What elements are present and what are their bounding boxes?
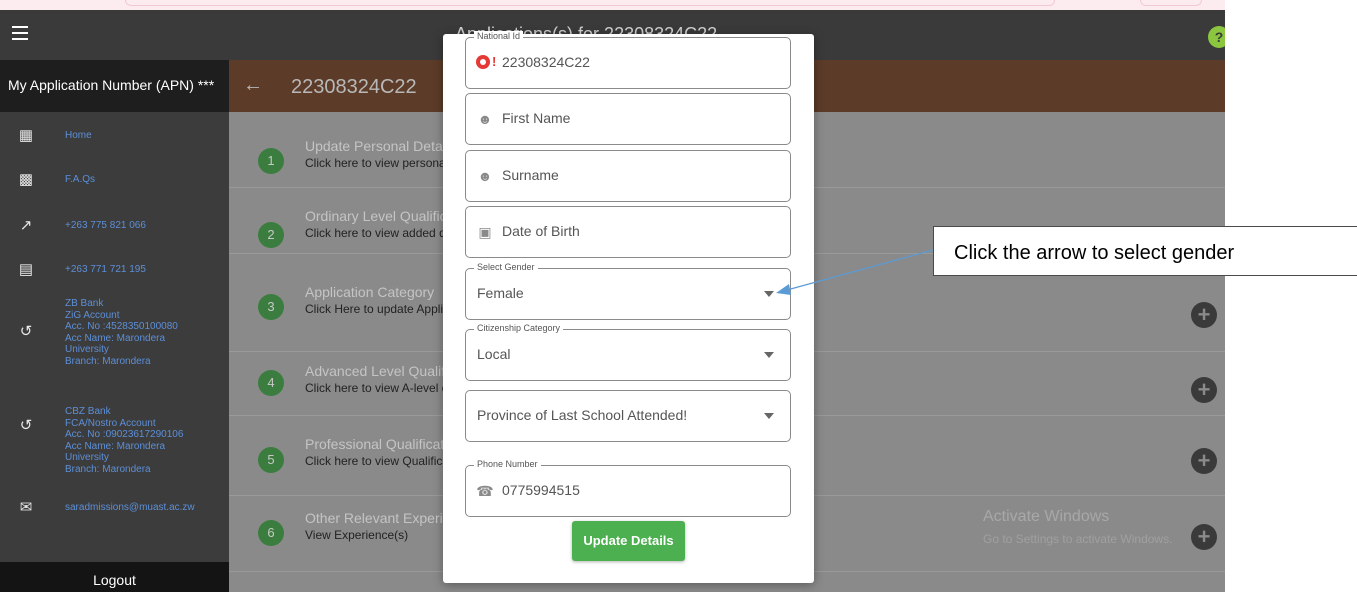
field-label: Citizenship Category [474,323,564,333]
message-icon: ▤ [18,261,34,278]
step-number: 6 [258,520,284,546]
sidebar-item-label: saradmissions@muast.ac.zw [65,502,195,513]
calendar-icon: ▣ [478,224,492,240]
sidebar: My Application Number (APN) *** ▦ Home ▩… [0,60,229,592]
error-icon [476,55,490,69]
phone-number-field[interactable]: Phone Number ☎ 0775994515 [465,459,791,517]
bank-icon: ↺ [19,323,33,340]
error-mark: ! [492,54,497,69]
first-name-field[interactable]: ☻ First Name [465,93,791,145]
person-icon: ☻ [477,111,493,127]
sidebar-item-faqs[interactable]: ▩ F.A.Qs [0,168,229,198]
annotation-callout: Click the arrow to select gender [933,226,1357,276]
bank-icon: ↺ [19,417,33,434]
add-circle-icon[interactable]: + [1191,524,1217,550]
step-number: 2 [258,222,284,248]
sidebar-item-cbz-bank[interactable]: ↺ CBZ Bank FCA/Nostro Account Acc. No :0… [0,404,229,504]
browser-toolbar-pill [1140,0,1202,6]
apn-number: 22308324C22 [291,76,417,98]
phone-number-value: 0775994515 [502,482,580,498]
add-circle-icon[interactable]: + [1191,302,1217,328]
field-label: National Id [474,31,524,41]
first-name-placeholder: First Name [502,110,571,126]
province-select[interactable]: Province of Last School Attended! [465,390,791,442]
dropdown-arrow-icon[interactable] [764,352,774,358]
right-margin [1225,0,1357,592]
gender-select[interactable]: Select Gender Female [465,262,791,320]
step-number: 5 [258,447,284,473]
dropdown-arrow-icon[interactable] [764,291,774,297]
sidebar-item-label: ZB Bank ZiG Account Acc. No :45283501000… [65,298,178,367]
step-number: 1 [258,148,284,174]
person-icon: ☻ [477,168,493,184]
add-circle-icon[interactable]: + [1191,377,1217,403]
sidebar-item-label: F.A.Qs [65,174,96,185]
national-id-value: 22308324C22 [502,54,590,70]
citizenship-value: Local [477,346,511,362]
dashboard-icon: ▦ [18,127,34,144]
update-details-modal: National Id ! 22308324C22 ☻ First Name ☻… [443,31,814,583]
annotation-text: Click the arrow to select gender [954,242,1235,264]
sidebar-item-label: +263 771 721 195 [65,264,146,275]
field-label: Phone Number [474,459,541,469]
call-made-icon: ↗ [19,217,33,234]
add-circle-icon[interactable]: + [1191,448,1217,474]
national-id-field[interactable]: National Id ! 22308324C22 [465,31,791,89]
sidebar-item-label: Home [65,130,92,141]
sidebar-item-email[interactable]: ✉ saradmissions@muast.ac.zw [0,496,229,526]
update-details-button[interactable]: Update Details [572,521,685,561]
date-of-birth-placeholder: Date of Birth [502,223,580,239]
step-title: Update Personal Details [305,138,456,154]
dropdown-arrow-icon[interactable] [764,413,774,419]
app-root: Applications(s) for 22308324C22 ? My App… [0,0,1357,592]
mail-icon: ✉ [19,499,33,516]
sidebar-item-home[interactable]: ▦ Home [0,124,229,154]
browser-address-bar [125,0,1055,6]
surname-field[interactable]: ☻ Surname [465,150,791,202]
step-subtitle: View Experience(s) [305,528,409,542]
sidebar-item-phone-1[interactable]: ↗ +263 775 821 066 [0,214,229,244]
browser-top-strip [0,0,1225,10]
step-number: 3 [258,294,284,320]
back-arrow-icon[interactable]: ← [243,74,263,97]
sidebar-item-phone-2[interactable]: ▤ +263 771 721 195 [0,258,229,288]
sidebar-item-label: +263 775 821 066 [65,220,146,231]
sidebar-apn-header: My Application Number (APN) *** [0,60,229,112]
step-title: Application Category [305,284,435,300]
province-placeholder: Province of Last School Attended! [477,407,688,423]
menu-icon[interactable] [12,26,28,42]
windows-watermark-subtitle: Go to Settings to activate Windows. [983,532,1173,546]
gender-value: Female [477,285,524,301]
step-number: 4 [258,370,284,396]
logout-button[interactable]: Logout [0,562,229,592]
field-label: Select Gender [474,262,538,272]
phone-icon: ☎ [476,483,494,499]
faq-icon: ▩ [18,171,34,188]
citizenship-select[interactable]: Citizenship Category Local [465,323,791,381]
date-of-birth-field[interactable]: ▣ Date of Birth [465,206,791,258]
sidebar-item-label: CBZ Bank FCA/Nostro Account Acc. No :090… [65,406,184,475]
surname-placeholder: Surname [502,167,559,183]
sidebar-item-zb-bank[interactable]: ↺ ZB Bank ZiG Account Acc. No :452835010… [0,296,229,396]
windows-watermark-title: Activate Windows [983,508,1110,525]
